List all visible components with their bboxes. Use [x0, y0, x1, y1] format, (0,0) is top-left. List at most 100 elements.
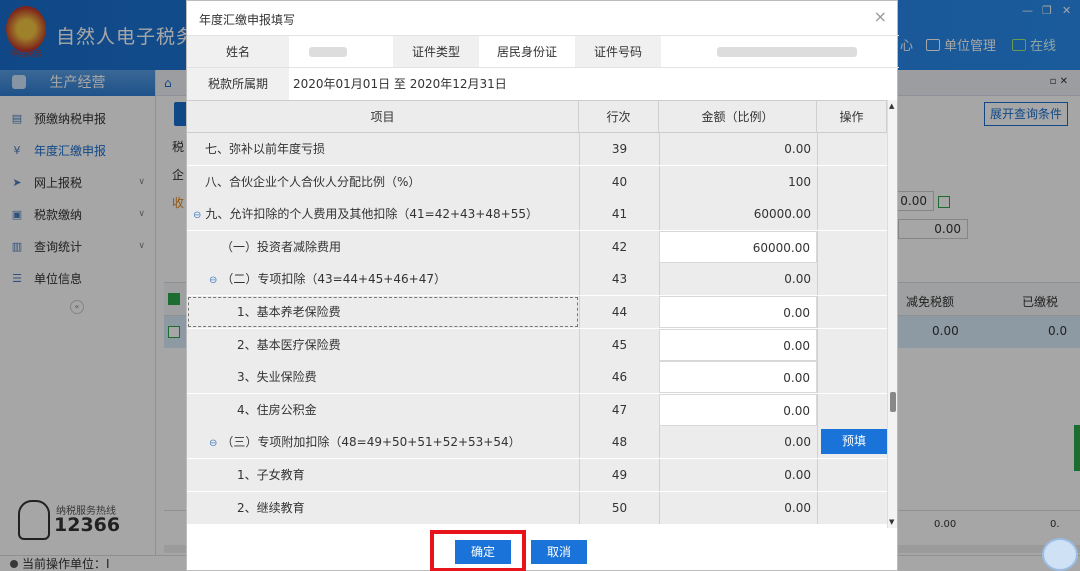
action-cell [817, 198, 887, 231]
table-row[interactable]: 2、继续教育 50 0.00 [187, 491, 887, 524]
column-header-action: 操作 [817, 101, 887, 133]
item-label: （一）投资者减除费用 [221, 239, 342, 254]
annual-return-dialog: 年度汇缴申报填写 × 姓名 证件类型 居民身份证 证件号码 税款所属期 2020… [186, 0, 899, 571]
collapse-icon[interactable]: ⊖ [193, 210, 201, 221]
amount-input[interactable]: 0.00 [659, 393, 817, 426]
item-label: 1、子女教育 [237, 468, 305, 482]
line-number-cell: 43 [579, 263, 659, 296]
confirm-highlight-annotation [430, 530, 526, 571]
amount-input[interactable]: 0.00 [659, 328, 817, 361]
item-cell: 七、弥补以前年度亏损 [187, 133, 579, 165]
collapse-icon[interactable]: ⊖ [209, 275, 217, 286]
id-number-label: 证件号码 [575, 36, 661, 68]
line-number-cell: 40 [579, 165, 659, 198]
prefill-button[interactable]: 预填 [821, 429, 887, 455]
item-cell: 1、基本养老保险费 [187, 296, 579, 328]
collapse-icon[interactable]: ⊖ [209, 438, 217, 449]
line-number-cell: 46 [579, 361, 659, 394]
close-icon[interactable]: × [874, 7, 887, 26]
item-label: 2、继续教育 [237, 500, 305, 515]
table-row[interactable]: ⊖ （二）专项扣除（43=44+45+46+47） 43 0.00 [187, 263, 887, 296]
table-row[interactable]: ⊖ （三）专项附加扣除（48=49+50+51+52+53+54） 48 0.00 预填 [187, 426, 887, 459]
action-cell [817, 393, 887, 426]
amount-cell: 100 [659, 165, 817, 198]
taxpayer-info-row: 姓名 证件类型 居民身份证 证件号码 [187, 35, 899, 68]
amount-cell: 0.00 [659, 459, 817, 491]
scroll-up-icon[interactable]: ▲ [889, 102, 894, 110]
dialog-title: 年度汇缴申报填写 [199, 13, 296, 27]
name-value-redacted [309, 47, 347, 57]
table-row[interactable]: （一）投资者减除费用 42 60000.00 [187, 230, 887, 263]
item-cell: 2、继续教育 [187, 491, 579, 524]
item-label: 1、基本养老保险费 [237, 305, 341, 319]
period-value: 2020年01月01日 至 2020年12月31日 [293, 77, 507, 91]
table-row[interactable]: ⊖ 九、允许扣除的个人费用及其他扣除（41=42+43+48+55） 41 60000… [187, 198, 887, 231]
action-cell [817, 133, 887, 165]
amount-cell: 0.00 [659, 426, 817, 459]
amount-cell: 0.00 [659, 133, 817, 165]
action-cell [817, 263, 887, 296]
scroll-down-icon[interactable]: ▼ [889, 518, 894, 526]
item-cell: 4、住房公积金 [187, 393, 579, 426]
table-row[interactable]: 1、子女教育 49 0.00 [187, 459, 887, 491]
item-label: （二）专项扣除（43=44+45+46+47） [221, 272, 446, 287]
item-label: 八、合伙企业个人合伙人分配比例（%） [205, 174, 421, 189]
period-row: 税款所属期 2020年01月01日 至 2020年12月31日 [187, 67, 899, 100]
id-number-redacted [717, 47, 857, 57]
item-cell: ⊖ （三）专项附加扣除（48=49+50+51+52+53+54） [187, 426, 579, 459]
line-number-cell: 41 [579, 198, 659, 231]
item-cell: 八、合伙企业个人合伙人分配比例（%） [187, 165, 579, 198]
table-row[interactable]: 八、合伙企业个人合伙人分配比例（%） 40 100 [187, 165, 887, 198]
chat-assistant-icon[interactable] [1042, 538, 1078, 571]
item-label: 3、失业保险费 [237, 370, 317, 385]
amount-cell: 60000.00 [659, 198, 817, 231]
line-number-cell: 50 [579, 491, 659, 524]
item-cell: ⊖ （二）专项扣除（43=44+45+46+47） [187, 263, 579, 296]
table-row[interactable]: 2、基本医疗保险费 45 0.00 [187, 328, 887, 361]
table-row[interactable]: 3、失业保险费 46 0.00 [187, 361, 887, 394]
amount-cell: 0.00 [659, 491, 817, 524]
item-cell: 3、失业保险费 [187, 361, 579, 394]
cancel-button[interactable]: 取消 [531, 540, 587, 564]
line-number-cell: 45 [579, 328, 659, 361]
item-cell: ⊖ 九、允许扣除的个人费用及其他扣除（41=42+43+48+55） [187, 198, 579, 231]
period-label: 税款所属期 [187, 68, 289, 100]
action-cell [817, 459, 887, 491]
action-cell: 预填 [817, 426, 887, 459]
item-label: 七、弥补以前年度亏损 [205, 142, 326, 156]
column-header-item: 项目 [187, 101, 579, 133]
line-number-cell: 42 [579, 230, 659, 263]
item-label: 4、住房公积金 [237, 402, 317, 417]
line-number-cell: 48 [579, 426, 659, 459]
id-type-label: 证件类型 [393, 36, 479, 68]
amount-input[interactable]: 60000.00 [659, 230, 817, 263]
name-label: 姓名 [187, 36, 289, 68]
item-label: （三）专项附加扣除（48=49+50+51+52+53+54） [221, 435, 521, 450]
table-row[interactable]: 七、弥补以前年度亏损 39 0.00 [187, 133, 887, 165]
amount-input[interactable]: 0.00 [659, 296, 817, 328]
item-label: 九、允许扣除的个人费用及其他扣除（41=42+43+48+55） [205, 207, 538, 222]
return-items-table: 项目 行次 金额（比例） 操作 七、弥补以前年度亏损 39 0.00 八、合伙企业个人… [187, 100, 887, 528]
amount-input[interactable]: 0.00 [659, 361, 817, 394]
id-type-value: 居民身份证 [496, 45, 557, 59]
action-cell [817, 328, 887, 361]
item-cell: 1、子女教育 [187, 459, 579, 491]
column-header-line: 行次 [579, 101, 659, 133]
action-cell [817, 296, 887, 328]
line-number-cell: 39 [579, 133, 659, 165]
line-number-cell: 47 [579, 393, 659, 426]
action-cell [817, 361, 887, 394]
column-header-amount: 金额（比例） [659, 101, 817, 133]
item-cell: 2、基本医疗保险费 [187, 328, 579, 361]
vertical-scrollbar[interactable]: ▲ ▼ [887, 100, 897, 528]
table-row[interactable]: 1、基本养老保险费 44 0.00 [187, 296, 887, 328]
action-cell [817, 491, 887, 524]
action-cell [817, 165, 887, 198]
line-number-cell: 49 [579, 459, 659, 491]
item-label: 2、基本医疗保险费 [237, 337, 341, 352]
item-cell: （一）投资者减除费用 [187, 230, 579, 263]
table-row[interactable]: 4、住房公积金 47 0.00 [187, 393, 887, 426]
scroll-thumb[interactable] [890, 392, 896, 412]
action-cell [817, 230, 887, 263]
amount-cell: 0.00 [659, 263, 817, 296]
